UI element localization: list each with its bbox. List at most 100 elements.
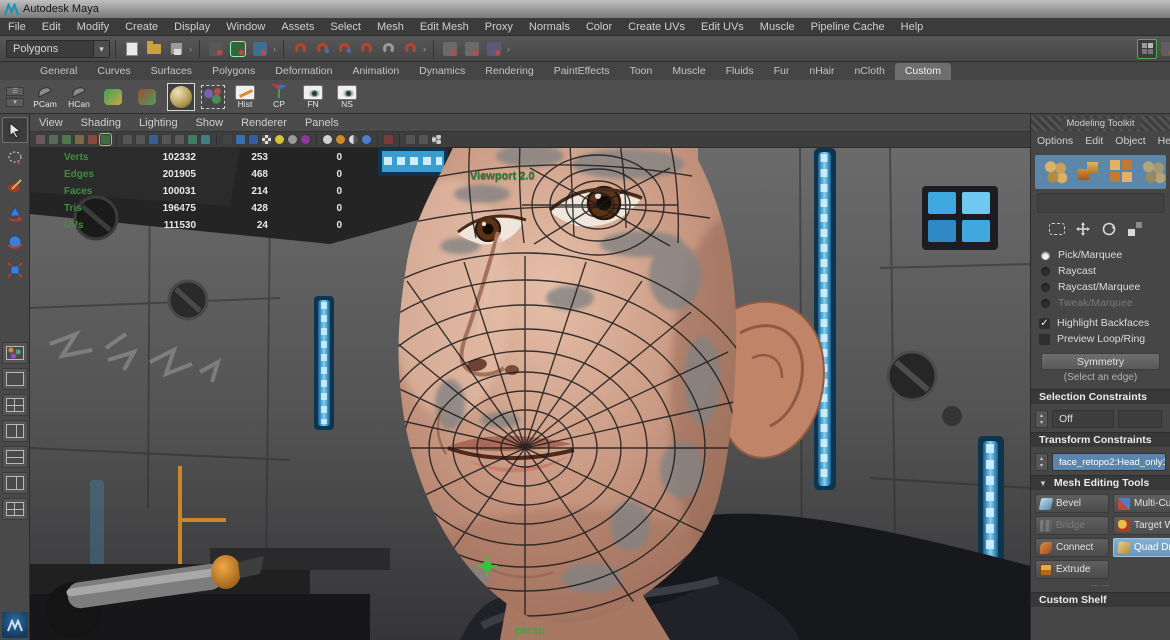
checkbox-preview-loop-ring[interactable]: Preview Loop/Ring	[1039, 331, 1170, 347]
marquee-icon[interactable]	[1049, 223, 1065, 235]
shelf-item-cp[interactable]: CP	[262, 84, 296, 109]
constraint-value-field[interactable]	[1118, 410, 1162, 428]
new-scene-icon[interactable]	[122, 39, 142, 59]
object-mode-row[interactable]	[1037, 193, 1164, 213]
panel-menu-show[interactable]: Show	[187, 117, 233, 129]
layout-hypershade-button[interactable]	[2, 472, 28, 494]
move-tool-button[interactable]	[2, 201, 28, 227]
viewport-tool-icon[interactable]	[100, 134, 111, 145]
save-scene-icon[interactable]	[166, 39, 186, 59]
custom-shelf-header[interactable]: Custom Shelf	[1031, 592, 1170, 607]
viewport-tool-icon[interactable]	[383, 134, 394, 145]
panel-menu-renderer[interactable]: Renderer	[232, 117, 296, 129]
toolkit-menu-object[interactable]: Object	[1109, 135, 1151, 147]
shelf-tab-nhair[interactable]: nHair	[799, 63, 844, 80]
expand-icon[interactable]: ›	[423, 44, 426, 54]
menu-create-uvs[interactable]: Create UVs	[620, 21, 693, 33]
transform-constraints-header[interactable]: Transform Constraints	[1031, 432, 1170, 447]
viewport-tool-icon[interactable]	[300, 134, 311, 145]
sidebar-toggle-icon[interactable]	[1158, 39, 1170, 59]
radio-raycast[interactable]: Raycast	[1041, 263, 1170, 279]
menu-color[interactable]: Color	[578, 21, 620, 33]
paint-select-tool-button[interactable]	[2, 173, 28, 199]
viewport-tool-icon[interactable]	[361, 134, 372, 145]
vertex-mode-icon[interactable]	[1043, 159, 1068, 185]
shelf-tab-rendering[interactable]: Rendering	[475, 63, 543, 80]
toolkit-header[interactable]: Modeling Toolkit	[1031, 116, 1170, 131]
menu-proxy[interactable]: Proxy	[477, 21, 521, 33]
menu-pipeline-cache[interactable]: Pipeline Cache	[803, 21, 893, 33]
spinner-icon[interactable]: ▴▾	[1035, 410, 1048, 428]
radio-raycast-marquee[interactable]: Raycast/Marquee	[1041, 279, 1170, 295]
constraint-dropdown[interactable]: Off	[1052, 410, 1114, 428]
snap-plane-icon[interactable]	[378, 39, 398, 59]
snap-curve-icon[interactable]	[312, 39, 332, 59]
snap-grid-icon[interactable]	[290, 39, 310, 59]
modeling-toolkit-toggle-icon[interactable]	[1137, 39, 1157, 59]
panel-resize-dots[interactable]: … …	[1031, 579, 1170, 589]
select-object-icon[interactable]	[228, 39, 248, 59]
menu-muscle[interactable]: Muscle	[752, 21, 803, 33]
menu-assets[interactable]: Assets	[273, 21, 322, 33]
shelf-tab-surfaces[interactable]: Surfaces	[141, 63, 202, 80]
menu-select[interactable]: Select	[322, 21, 369, 33]
mesh-editing-tools-header[interactable]: ▼ Mesh Editing Tools	[1031, 475, 1170, 490]
shelf-tab-fluids[interactable]: Fluids	[716, 63, 764, 80]
select-hierarchy-icon[interactable]	[206, 39, 226, 59]
panel-menu-shading[interactable]: Shading	[72, 117, 130, 129]
multi-cut-button[interactable]: Multi-Cu	[1113, 494, 1170, 513]
layout-four-pane-button[interactable]	[2, 394, 28, 416]
connect-button[interactable]: Connect	[1035, 538, 1109, 557]
shelf-tab-toon[interactable]: Toon	[620, 63, 663, 80]
menu-edit[interactable]: Edit	[34, 21, 69, 33]
shelf-tab-curves[interactable]: Curves	[87, 63, 140, 80]
shelf-item-ns[interactable]: NS	[330, 84, 364, 109]
transform-constraint-field[interactable]: face_retopo2:Head_only1:Me	[1052, 453, 1166, 471]
rotate-tool-button[interactable]	[2, 229, 28, 255]
expand-icon[interactable]: ›	[189, 44, 192, 54]
shelf-item-sphere-selected[interactable]	[167, 83, 195, 111]
selection-constraints-header[interactable]: Selection Constraints	[1031, 389, 1170, 404]
viewport-tool-icon[interactable]	[187, 134, 198, 145]
shelf-item-hist[interactable]: Hist	[228, 84, 262, 109]
shelf-tab-animation[interactable]: Animation	[342, 63, 409, 80]
symmetry-button[interactable]: Symmetry	[1041, 353, 1160, 370]
shelf-item-hcan[interactable]: HCan	[62, 84, 96, 109]
shelf-item-green-tool[interactable]	[96, 89, 130, 105]
shelf-tab-painteffects[interactable]: PaintEffects	[544, 63, 620, 80]
face-mode-icon[interactable]	[1109, 159, 1134, 185]
toolkit-menu-options[interactable]: Options	[1031, 135, 1079, 147]
viewport-tool-icon[interactable]	[74, 134, 85, 145]
viewport-tool-icon[interactable]	[418, 134, 429, 145]
viewport-tool-icon[interactable]	[174, 134, 185, 145]
shelf-item-paint-scripts[interactable]	[201, 85, 225, 109]
toolkit-menu-edit[interactable]: Edit	[1079, 135, 1109, 147]
shelf-tab-muscle[interactable]: Muscle	[662, 63, 715, 80]
menu-modify[interactable]: Modify	[69, 21, 117, 33]
viewport-tool-icon[interactable]	[405, 134, 416, 145]
panel-menu-panels[interactable]: Panels	[296, 117, 348, 129]
expand-icon[interactable]: ›	[507, 44, 510, 54]
lasso-tool-button[interactable]	[2, 145, 28, 171]
menu-help[interactable]: Help	[893, 21, 932, 33]
menu-mesh[interactable]: Mesh	[369, 21, 412, 33]
viewport-tool-icon[interactable]	[200, 134, 211, 145]
viewport-tool-icon[interactable]	[161, 134, 172, 145]
menu-edit-uvs[interactable]: Edit UVs	[693, 21, 752, 33]
layout-persp-outliner-button[interactable]	[2, 420, 28, 442]
menu-normals[interactable]: Normals	[521, 21, 578, 33]
snap-surface-icon[interactable]	[400, 39, 420, 59]
menu-display[interactable]: Display	[166, 21, 218, 33]
menu-edit-mesh[interactable]: Edit Mesh	[412, 21, 477, 33]
viewport-tool-icon[interactable]	[35, 134, 46, 145]
viewport-tool-icon[interactable]	[122, 134, 133, 145]
shelf-tab-dynamics[interactable]: Dynamics	[409, 63, 475, 80]
panel-menu-view[interactable]: View	[30, 117, 72, 129]
shelf-tab-ncloth[interactable]: nCloth	[844, 63, 894, 80]
viewport-tool-icon[interactable]	[135, 134, 146, 145]
input-connections-icon[interactable]	[440, 39, 460, 59]
move-icon[interactable]	[1075, 221, 1091, 237]
layout-single-pane-button[interactable]	[2, 368, 28, 390]
panel-menu-lighting[interactable]: Lighting	[130, 117, 187, 129]
shelf-tab-general[interactable]: General	[30, 63, 87, 80]
